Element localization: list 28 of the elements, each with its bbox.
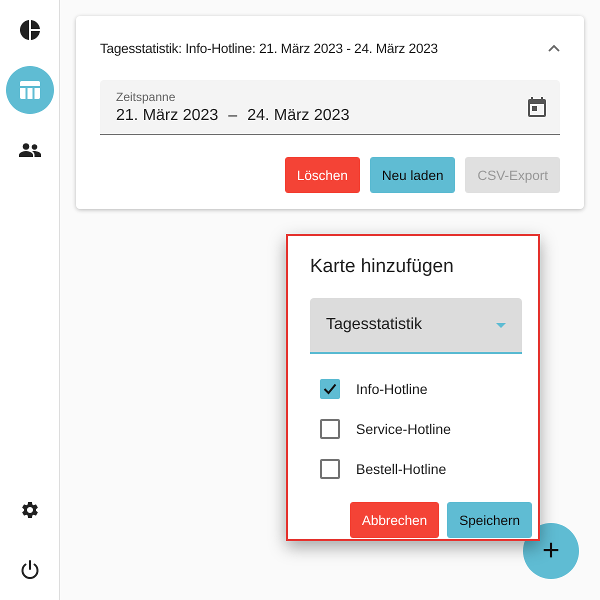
checkbox[interactable]	[320, 459, 340, 479]
dropdown-caret-icon	[496, 322, 506, 328]
checkbox-label: Bestell-Hotline	[356, 461, 446, 477]
type-select[interactable]: Tagesstatistik	[310, 298, 522, 354]
dialog-title: Karte hinzufügen	[310, 256, 455, 278]
action-button[interactable]: Löschen	[284, 157, 360, 193]
start-date: 21. März 2023	[116, 106, 218, 124]
table-icon	[20, 81, 40, 99]
date-separator: –	[228, 106, 238, 124]
people-icon	[18, 143, 40, 157]
chevron-icon[interactable]	[548, 44, 560, 52]
checkbox-label: Service-Hotline	[356, 421, 451, 437]
add-button[interactable]: +	[523, 523, 579, 579]
end-date: 24. März 2023	[247, 106, 350, 124]
card-title: Tagesstatistik: Info-Hotline: 21. März 2023 - 24. März 2023	[100, 40, 438, 56]
action-button[interactable]: Neu laden	[370, 157, 456, 193]
checkbox-label: Info-Hotline	[356, 381, 428, 397]
checkbox[interactable]	[320, 379, 340, 399]
calendar-icon[interactable]	[528, 97, 546, 117]
date-range-field[interactable]: Zeitspanne 21. März 2023 – 24. März 2023	[100, 80, 560, 135]
pie-chart-icon	[20, 20, 40, 40]
checkmark-icon	[323, 383, 337, 395]
power-icon	[20, 560, 40, 580]
dialog-button[interactable]: Speichern	[447, 502, 532, 538]
dialog-button[interactable]: Abbrechen	[350, 502, 440, 538]
checkbox[interactable]	[320, 419, 340, 439]
field-label: Zeitspanne	[116, 90, 176, 104]
settings-icon	[20, 500, 40, 520]
